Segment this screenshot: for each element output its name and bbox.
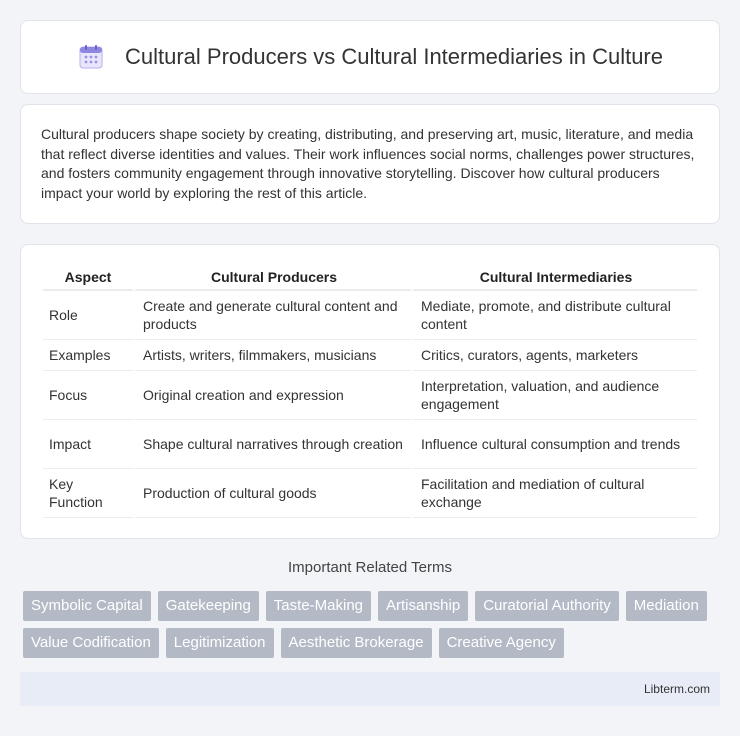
intro-text: Cultural producers shape society by crea… — [41, 126, 695, 201]
table-row: Impact Shape cultural narratives through… — [43, 420, 697, 469]
tag-taste-making[interactable]: Taste-Making — [265, 591, 371, 621]
table-cell-aspect: Role — [43, 291, 133, 340]
related-terms-title: Important Related Terms — [288, 559, 452, 576]
table-cell-intermediaries: Mediate, promote, and distribute cultura… — [411, 291, 697, 340]
tag-legitimization[interactable]: Legitimization — [165, 628, 274, 658]
table-cell-aspect: Examples — [43, 340, 133, 371]
table-cell-aspect: Key Function — [43, 469, 133, 518]
tag-curatorial-authority[interactable]: Curatorial Authority — [475, 591, 619, 621]
tag-gatekeeping[interactable]: Gatekeeping — [157, 591, 259, 621]
table-header-producers: Cultural Producers — [133, 263, 411, 291]
tag-aesthetic-brokerage[interactable]: Aesthetic Brokerage — [280, 628, 432, 658]
footer-brand-link[interactable]: Libterm.com — [644, 682, 710, 696]
table-header-aspect: Aspect — [43, 263, 133, 291]
header-card: Cultural Producers vs Cultural Intermedi… — [20, 20, 720, 94]
related-terms-section: Important Related Terms — [0, 559, 740, 576]
page-title: Cultural Producers vs Cultural Intermedi… — [125, 44, 663, 69]
table-row: Examples Artists, writers, filmmakers, m… — [43, 340, 697, 371]
tag-value-codification[interactable]: Value Codification — [23, 628, 159, 658]
table-cell-aspect: Focus — [43, 371, 133, 420]
table-cell-intermediaries: Facilitation and mediation of cultural e… — [411, 469, 697, 518]
tag-artisanship[interactable]: Artisanship — [378, 591, 469, 621]
table-cell-aspect: Impact — [43, 420, 133, 469]
intro-card: Cultural producers shape society by crea… — [20, 104, 720, 224]
table-cell-producers: Shape cultural narratives through creati… — [133, 420, 411, 469]
table-header-intermediaries: Cultural Intermediaries — [411, 263, 697, 291]
related-terms-tags: Symbolic Capital Gatekeeping Taste-Makin… — [23, 591, 723, 658]
comparison-table: Aspect Cultural Producers Cultural Inter… — [43, 263, 697, 518]
footer: Libterm.com — [20, 672, 720, 706]
table-header-row: Aspect Cultural Producers Cultural Inter… — [43, 263, 697, 291]
table-cell-intermediaries: Interpretation, valuation, and audience … — [411, 371, 697, 420]
table-cell-producers: Production of cultural goods — [133, 469, 411, 518]
table-cell-intermediaries: Influence cultural consumption and trend… — [411, 420, 697, 469]
table-cell-producers: Create and generate cultural content and… — [133, 291, 411, 340]
table-cell-producers: Original creation and expression — [133, 371, 411, 420]
table-row: Role Create and generate cultural conten… — [43, 291, 697, 340]
tag-mediation[interactable]: Mediation — [625, 591, 707, 621]
tag-symbolic-capital[interactable]: Symbolic Capital — [23, 591, 151, 621]
table-row: Key Function Production of cultural good… — [43, 469, 697, 518]
comparison-table-card: Aspect Cultural Producers Cultural Inter… — [20, 244, 720, 539]
table-cell-intermediaries: Critics, curators, agents, marketers — [411, 340, 697, 371]
table-cell-producers: Artists, writers, filmmakers, musicians — [133, 340, 411, 371]
tag-creative-agency[interactable]: Creative Agency — [438, 628, 564, 658]
calendar-icon — [79, 45, 103, 69]
table-row: Focus Original creation and expression I… — [43, 371, 697, 420]
